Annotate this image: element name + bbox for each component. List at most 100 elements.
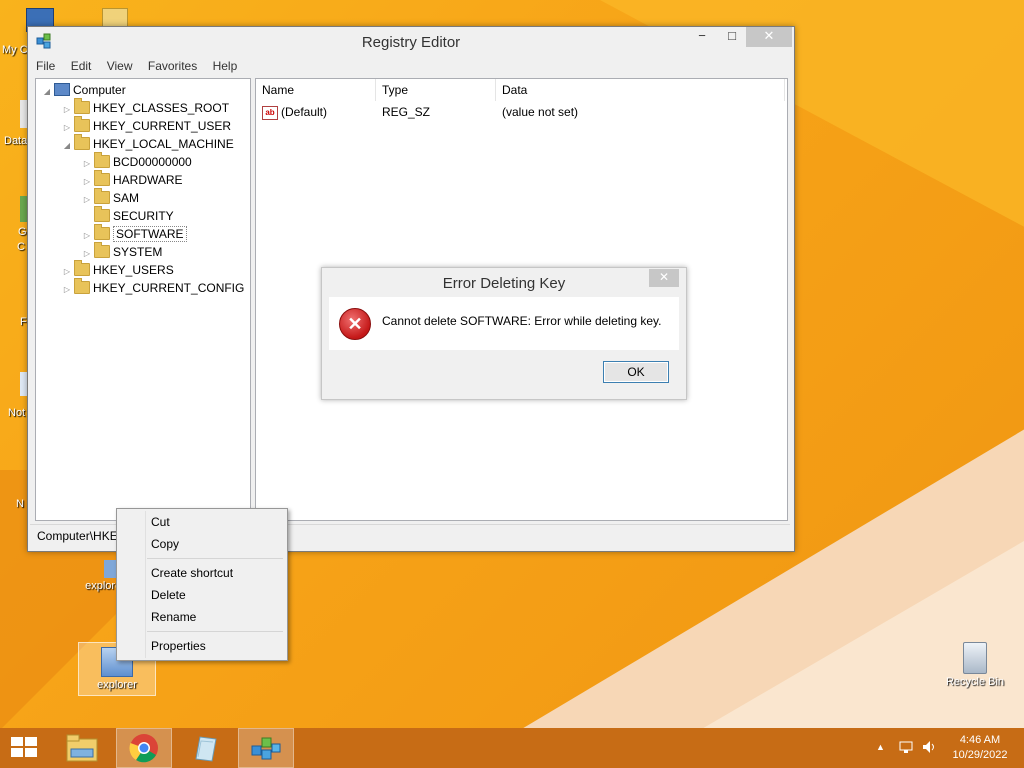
status-path: Computer\HKE <box>37 529 118 543</box>
menu-bar: File Edit View Favorites Help <box>30 57 790 77</box>
folder-icon <box>94 242 110 259</box>
tree-item-label: HKEY_CLASSES_ROOT <box>93 101 230 115</box>
tree-item-hkey-classes-root[interactable]: ▷ HKEY_CLASSES_ROOT <box>62 98 230 117</box>
column-header-data[interactable]: Data <box>496 79 785 101</box>
value-type: REG_SZ <box>382 105 431 119</box>
dialog-close-button[interactable]: ✕ <box>649 269 679 287</box>
tree-item-hkey-current-config[interactable]: ▷ HKEY_CURRENT_CONFIG <box>62 278 245 299</box>
desktop-icon-label: Recycle Bin <box>945 676 1005 688</box>
tree-item-software[interactable]: ▷ SOFTWARE <box>82 224 187 243</box>
expand-arrow-icon[interactable]: ▷ <box>62 281 72 299</box>
folder-icon <box>94 206 110 223</box>
menu-separator <box>147 631 283 632</box>
tree-item-hkey-local-machine[interactable]: ◢ HKEY_LOCAL_MACHINE <box>62 134 234 155</box>
tree-item-system[interactable]: ▷ SYSTEM <box>82 242 163 261</box>
ok-button[interactable]: OK <box>603 361 669 383</box>
error-dialog: Error Deleting Key ✕ ✕ Cannot delete SOF… <box>321 267 687 400</box>
window-title: Registry Editor <box>361 34 461 51</box>
tree-item-bcd[interactable]: ▷ BCD00000000 <box>82 152 192 171</box>
menu-item-properties[interactable]: Properties <box>151 639 206 653</box>
tree-item-label: SECURITY <box>113 209 174 223</box>
collapse-arrow-icon[interactable]: ◢ <box>62 137 72 155</box>
taskbar-file-explorer[interactable] <box>54 728 110 768</box>
regedit-icon <box>251 737 281 760</box>
volume-icon[interactable] <box>921 739 937 755</box>
minimize-button[interactable]: − <box>688 27 716 47</box>
error-icon: ✕ <box>339 308 371 340</box>
value-name: (Default) <box>281 105 328 119</box>
file-explorer-icon <box>66 734 98 762</box>
desktop-icon-label[interactable]: Not <box>8 407 25 419</box>
tree-item-label: Computer <box>73 83 126 97</box>
tree-item-label: SYSTEM <box>113 245 163 259</box>
menu-item-rename[interactable]: Rename <box>151 610 196 624</box>
tree-item-hkey-users[interactable]: ▷ HKEY_USERS <box>62 260 174 279</box>
folder-icon <box>74 134 90 151</box>
value-row[interactable]: ab (Default) REG_SZ (value not set) <box>256 103 785 121</box>
folder-icon <box>94 224 110 241</box>
desktop-icon-label[interactable]: My C <box>2 44 28 56</box>
folder-icon <box>94 152 110 169</box>
menu-item-delete[interactable]: Delete <box>151 588 186 602</box>
system-clock[interactable]: 4:46 AM 10/29/2022 <box>948 733 1012 763</box>
menu-item-create-shortcut[interactable]: Create shortcut <box>151 566 233 580</box>
registry-tree[interactable]: ◢ Computer ▷ HKEY_CLASSES_ROOT ▷ HKEY_CURRE… <box>35 78 251 521</box>
dialog-title: Error Deleting Key <box>442 275 566 292</box>
network-icon[interactable] <box>898 739 914 755</box>
notepad-icon <box>195 736 217 762</box>
show-hidden-icons-button[interactable]: ▲ <box>876 742 885 752</box>
tree-item-label: SOFTWARE <box>113 226 187 242</box>
value-data: (value not set) <box>502 105 579 119</box>
menu-view[interactable]: View <box>101 57 139 75</box>
folder-icon <box>74 260 90 277</box>
collapse-arrow-icon[interactable]: ◢ <box>42 83 52 101</box>
folder-icon <box>74 98 90 115</box>
column-header-name[interactable]: Name <box>256 79 376 101</box>
title-bar[interactable]: Registry Editor − □ ✕ <box>28 27 794 57</box>
windows-logo-icon <box>11 737 39 759</box>
dialog-message: Cannot delete SOFTWARE: Error while dele… <box>382 314 662 328</box>
tree-item-label: HARDWARE <box>113 173 183 187</box>
taskbar-notepad[interactable] <box>178 728 234 768</box>
folder-icon <box>94 170 110 187</box>
tree-item-label: HKEY_CURRENT_CONFIG <box>93 281 245 295</box>
maximize-button[interactable]: □ <box>718 27 746 47</box>
clock-time: 4:46 AM <box>959 734 1001 746</box>
menu-edit[interactable]: Edit <box>65 57 98 75</box>
close-button[interactable]: ✕ <box>746 27 792 47</box>
taskbar-chrome[interactable] <box>116 728 172 768</box>
clock-date: 10/29/2022 <box>952 749 1008 761</box>
taskbar: ▲ 4:46 AM 10/29/2022 <box>0 728 1024 768</box>
string-value-icon: ab <box>262 105 278 120</box>
menu-favorites[interactable]: Favorites <box>142 57 203 75</box>
folder-icon <box>94 188 110 205</box>
menu-help[interactable]: Help <box>207 57 244 75</box>
menu-gutter <box>145 511 146 658</box>
tree-item-hardware[interactable]: ▷ HARDWARE <box>82 170 183 189</box>
menu-separator <box>147 558 283 559</box>
menu-file[interactable]: File <box>30 57 61 75</box>
taskbar-regedit[interactable] <box>238 728 294 768</box>
menu-item-cut[interactable]: Cut <box>151 515 170 529</box>
desktop-icon-label[interactable]: N <box>16 498 24 510</box>
desktop-icon-label[interactable]: C <box>17 241 25 253</box>
tree-item-label: SAM <box>113 191 140 205</box>
tree-item-hkey-current-user[interactable]: ▷ HKEY_CURRENT_USER <box>62 116 231 135</box>
menu-item-copy[interactable]: Copy <box>151 537 179 551</box>
tree-item-label: HKEY_USERS <box>93 263 174 277</box>
desktop-icon-label[interactable]: G <box>18 226 27 238</box>
tree-item-sam[interactable]: ▷ SAM <box>82 188 140 207</box>
recycle-bin[interactable]: Recycle Bin <box>940 642 1010 688</box>
chrome-icon <box>129 734 158 763</box>
computer-icon <box>54 83 70 97</box>
desktop-icon-label: explorer <box>97 679 137 691</box>
desktop-icon-label[interactable]: Data <box>4 135 27 147</box>
tree-item-label: BCD00000000 <box>113 155 192 169</box>
folder-icon <box>74 116 90 133</box>
dialog-body: ✕ Cannot delete SOFTWARE: Error while de… <box>329 297 679 350</box>
tree-item-computer[interactable]: ◢ Computer <box>42 81 126 99</box>
column-header-type[interactable]: Type <box>376 79 496 101</box>
desktop-icon-label[interactable]: F <box>20 316 27 328</box>
start-button[interactable] <box>0 728 50 768</box>
tree-item-security[interactable]: SECURITY <box>82 206 174 225</box>
